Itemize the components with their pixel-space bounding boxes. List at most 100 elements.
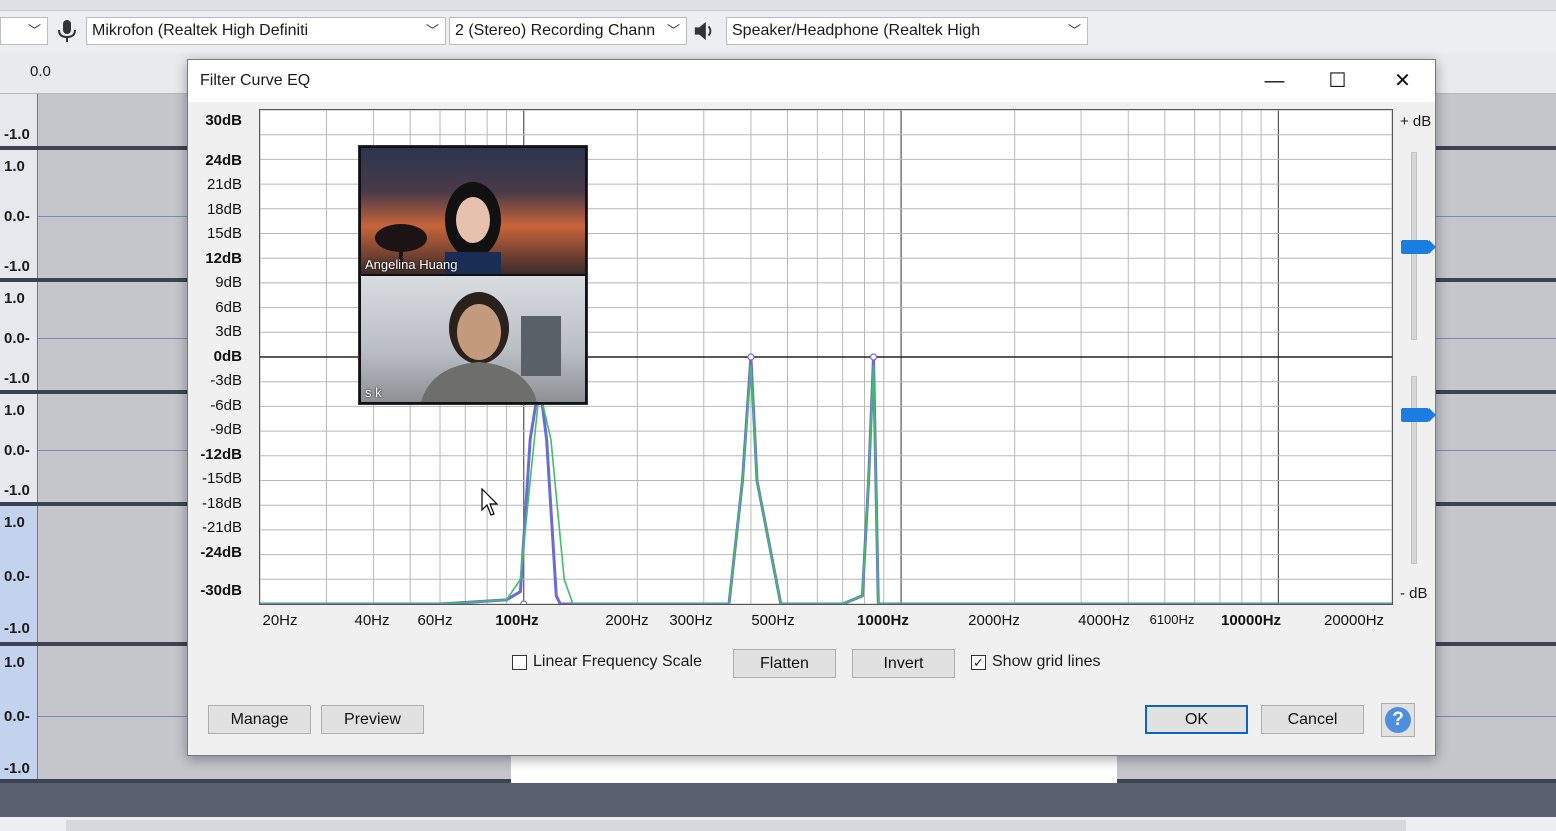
db-tick-label: -24dB bbox=[200, 544, 242, 561]
scale-label: -1.0 bbox=[4, 482, 30, 499]
scale-label: 0.0- bbox=[4, 330, 30, 347]
db-tick-label: 21dB bbox=[206, 176, 242, 193]
hz-tick-label: 4000Hz bbox=[1078, 612, 1130, 629]
track-scale: 1.0 0.0- -1.0 bbox=[0, 394, 38, 502]
hz-tick-label: 500Hz bbox=[751, 612, 795, 629]
db-tick-label: -18dB bbox=[201, 495, 242, 512]
close-button[interactable]: ✕ bbox=[1371, 60, 1434, 102]
chevron-down-icon: ﹀ bbox=[666, 23, 680, 38]
checkmark-icon: ✓ bbox=[973, 655, 984, 670]
scale-label: 1.0 bbox=[4, 514, 25, 531]
device-toolbar: ﹀ Mikrofon (Realtek High Definiti ﹀ 2 (S… bbox=[0, 11, 1556, 54]
ok-button[interactable]: OK bbox=[1145, 705, 1248, 734]
db-tick-label: 18dB bbox=[206, 201, 242, 218]
minimize-button[interactable]: — bbox=[1243, 60, 1306, 102]
chevron-down-icon: ﹀ bbox=[1067, 23, 1081, 38]
hz-tick-label: 40Hz bbox=[354, 612, 390, 629]
toolbar-strip bbox=[0, 0, 1556, 11]
db-tick-label: -9dB bbox=[210, 421, 242, 438]
scale-label: 0.0- bbox=[4, 568, 30, 585]
cancel-button[interactable]: Cancel bbox=[1261, 705, 1364, 734]
mouse-cursor-icon bbox=[481, 488, 499, 516]
hz-tick-label: 2000Hz bbox=[968, 612, 1020, 629]
min-db-slider-thumb[interactable] bbox=[1401, 408, 1436, 422]
channels-value: 2 (Stereo) Recording Chann bbox=[455, 22, 656, 39]
show-grid-lines-checkbox[interactable]: ✓ bbox=[971, 655, 986, 670]
linear-frequency-scale-label: Linear Frequency Scale bbox=[533, 653, 702, 670]
speaker-icon bbox=[694, 21, 712, 41]
participant-video bbox=[375, 182, 501, 274]
video-call-window[interactable]: Angelina Huang s k bbox=[358, 145, 588, 405]
scale-label: 1.0 bbox=[4, 158, 25, 175]
recording-device-dropdown[interactable]: Mikrofon (Realtek High Definiti ﹀ bbox=[86, 17, 446, 45]
track-scale: 1.0 0.0- -1.0 bbox=[0, 506, 38, 642]
preview-button[interactable]: Preview bbox=[321, 705, 424, 734]
invert-button[interactable]: Invert bbox=[852, 649, 955, 678]
db-tick-label: -12dB bbox=[200, 446, 242, 463]
channels-dropdown[interactable]: 2 (Stereo) Recording Chann ﹀ bbox=[449, 17, 687, 45]
db-tick-label: -15dB bbox=[201, 470, 242, 487]
playback-device-dropdown[interactable]: Speaker/Headphone (Realtek High ﹀ bbox=[726, 17, 1088, 45]
hz-tick-label: 6100Hz bbox=[1149, 612, 1195, 627]
participant-tile[interactable]: Angelina Huang bbox=[361, 148, 585, 274]
scrollbar-thumb[interactable] bbox=[66, 820, 1406, 831]
db-tick-label: -30dB bbox=[200, 582, 242, 599]
dialog-title: Filter Curve EQ bbox=[200, 72, 311, 89]
hz-tick-label: 100Hz bbox=[495, 612, 539, 629]
audio-host-dropdown[interactable]: ﹀ bbox=[0, 17, 48, 45]
db-tick-label: -6dB bbox=[210, 397, 242, 414]
hz-tick-label: 20000Hz bbox=[1323, 612, 1385, 629]
track-scale: -1.0 bbox=[0, 94, 38, 146]
scale-label: 1.0 bbox=[4, 654, 25, 671]
scale-label: 0.0- bbox=[4, 208, 30, 225]
dialog-titlebar[interactable]: Filter Curve EQ — ☐ ✕ bbox=[188, 60, 1435, 102]
hz-tick-label: 10000Hz bbox=[1220, 612, 1282, 629]
hz-tick-label: 300Hz bbox=[669, 612, 713, 629]
db-tick-label: 30dB bbox=[205, 112, 242, 129]
db-tick-label: 0dB bbox=[213, 348, 242, 365]
track-scale: 1.0 0.0- -1.0 bbox=[0, 150, 38, 278]
scale-label: -1.0 bbox=[4, 370, 30, 387]
flatten-button[interactable]: Flatten bbox=[733, 649, 836, 678]
participant-video bbox=[421, 292, 561, 402]
db-tick-label: 12dB bbox=[205, 250, 242, 267]
scale-label: -1.0 bbox=[4, 258, 30, 275]
chevron-down-icon: ﹀ bbox=[27, 23, 41, 38]
minus-db-label: - dB bbox=[1400, 585, 1428, 602]
horizontal-scrollbar[interactable] bbox=[0, 817, 1556, 831]
recording-device-value: Mikrofon (Realtek High Definiti bbox=[92, 22, 309, 39]
track-scale: 1.0 0.0- -1.0 bbox=[0, 646, 38, 779]
db-tick-label: 9dB bbox=[215, 274, 242, 291]
participant-tile[interactable]: s k bbox=[361, 276, 585, 402]
min-db-slider-track[interactable] bbox=[1411, 376, 1417, 564]
plus-db-label: + dB bbox=[1400, 113, 1432, 130]
scale-label: 0.0- bbox=[4, 442, 30, 459]
scale-label: 1.0 bbox=[4, 290, 25, 307]
eq-control-point bbox=[520, 600, 528, 604]
eq-control-point bbox=[869, 353, 878, 361]
hz-tick-label: 20Hz bbox=[262, 612, 298, 629]
playback-device-value: Speaker/Headphone (Realtek High bbox=[732, 22, 981, 39]
horizontal-track-area-edge bbox=[0, 783, 1556, 817]
participant-name: s k bbox=[365, 385, 382, 400]
db-tick-label: 3dB bbox=[215, 323, 242, 340]
hz-tick-label: 60Hz bbox=[417, 612, 453, 629]
scale-label: -1.0 bbox=[4, 126, 30, 143]
help-icon: ? bbox=[1385, 707, 1411, 733]
microphone-icon bbox=[58, 20, 76, 42]
participant-name: Angelina Huang bbox=[365, 257, 458, 272]
db-tick-label: 24dB bbox=[205, 152, 242, 169]
manage-button[interactable]: Manage bbox=[208, 705, 311, 734]
scale-label: 1.0 bbox=[4, 402, 25, 419]
help-button[interactable]: ? bbox=[1381, 703, 1415, 737]
scale-label: 0.0- bbox=[4, 708, 30, 725]
max-db-slider-thumb[interactable] bbox=[1401, 240, 1436, 254]
maximize-button[interactable]: ☐ bbox=[1306, 60, 1369, 102]
scale-label: -1.0 bbox=[4, 620, 30, 637]
show-grid-lines-label: Show grid lines bbox=[992, 653, 1101, 670]
db-tick-label: 6dB bbox=[215, 299, 242, 316]
eq-control-point bbox=[747, 353, 755, 361]
hz-tick-label: 200Hz bbox=[605, 612, 649, 629]
db-tick-label: -3dB bbox=[210, 372, 242, 389]
linear-frequency-scale-checkbox[interactable] bbox=[512, 655, 527, 670]
